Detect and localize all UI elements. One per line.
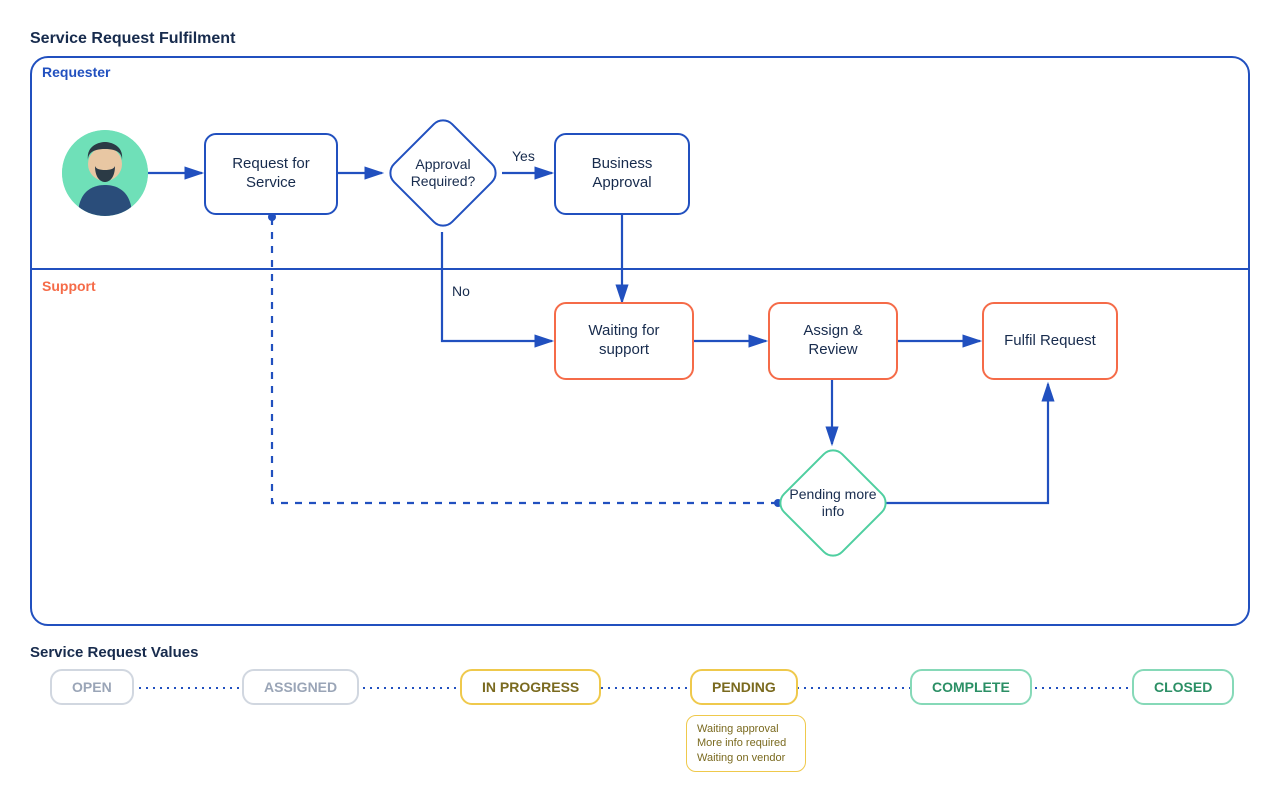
value-open: OPEN <box>50 669 134 705</box>
swimlane-container: Requester Support <box>30 56 1250 626</box>
value-complete: COMPLETE <box>910 669 1032 705</box>
value-assigned: ASSIGNED <box>242 669 359 705</box>
node-assign-review: Assign & Review <box>768 302 898 380</box>
values-title: Service Request Values <box>30 644 1250 661</box>
node-fulfil-request: Fulfil Request <box>982 302 1118 380</box>
value-pending: PENDING <box>690 669 798 705</box>
edge-label-no: No <box>452 283 470 299</box>
values-row: OPEN ASSIGNED IN PROGRESS PENDING COMPLE… <box>30 669 1250 779</box>
node-request-for-service: Request for Service <box>204 133 338 215</box>
diagram-title: Service Request Fulfilment <box>30 30 1250 48</box>
edge-label-yes: Yes <box>512 148 535 164</box>
node-waiting-for-support: Waiting for support <box>554 302 694 380</box>
node-pending-more-info: Pending more info <box>774 444 892 562</box>
lane-label-requester: Requester <box>42 64 110 80</box>
node-approval-required: Approval Required? <box>384 114 502 232</box>
lane-divider <box>32 268 1248 270</box>
value-closed: CLOSED <box>1132 669 1234 705</box>
node-business-approval: Business Approval <box>554 133 690 215</box>
lane-label-support: Support <box>42 278 96 294</box>
value-in-progress: IN PROGRESS <box>460 669 601 705</box>
pending-substates: Waiting approval More info required Wait… <box>686 715 806 772</box>
values-connector-svg <box>30 669 1250 709</box>
requester-avatar-icon <box>62 130 148 216</box>
